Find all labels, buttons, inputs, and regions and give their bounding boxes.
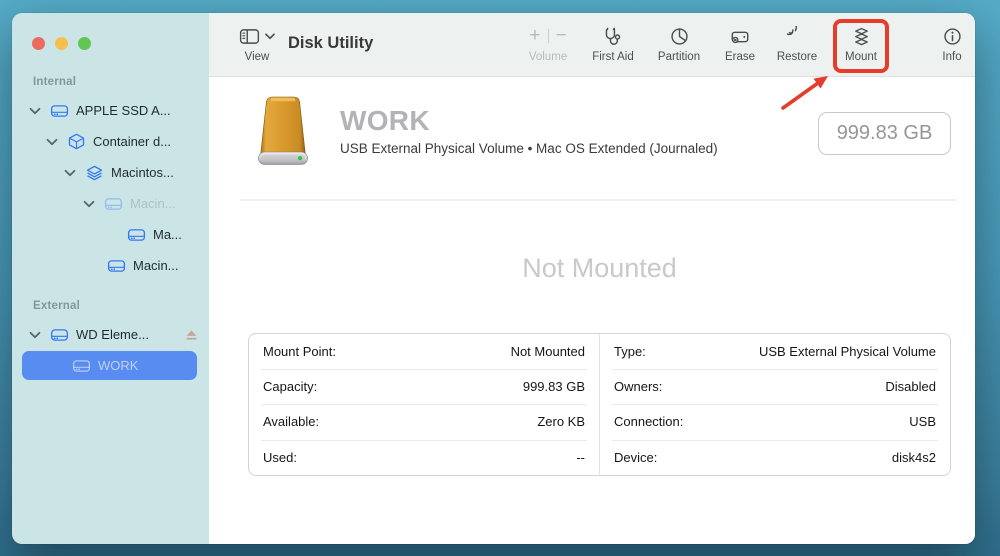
sidebar-section-internal: Internal — [33, 76, 77, 88]
row-label: Type: — [614, 344, 646, 360]
table-row: Capacity: 999.83 GB — [249, 369, 599, 404]
sidebar-panel-icon — [239, 28, 260, 45]
disk-icon — [104, 196, 123, 212]
titlebar: View Disk Utility + − Volume First Aid P… — [209, 13, 975, 77]
details-table: Mount Point: Not Mounted Capacity: 999.83 … — [248, 333, 951, 476]
chevron-down-icon[interactable] — [28, 107, 42, 115]
chevron-down-icon[interactable] — [82, 200, 96, 208]
sidebar-item-label: Macin... — [130, 196, 176, 211]
sidebar-item-wd-elements[interactable]: WD Eleme... — [12, 319, 209, 350]
sidebar-item-label: Macintos... — [111, 165, 174, 180]
sidebar-item-work[interactable]: WORK — [12, 350, 209, 381]
sidebar-item-label: Macin... — [133, 258, 179, 273]
chevron-down-icon — [265, 32, 275, 40]
divider — [547, 29, 549, 43]
sidebar-item-macintosh-dimmed[interactable]: Macin... — [12, 188, 209, 219]
table-row: Device: disk4s2 — [600, 439, 950, 475]
row-value: 999.83 GB — [522, 379, 585, 395]
traffic-lights — [32, 37, 91, 50]
chevron-down-icon[interactable] — [28, 331, 42, 339]
sidebar-item-ma-snapshot[interactable]: Ma... — [12, 219, 209, 250]
table-row: Available: Zero KB — [249, 404, 599, 439]
toolbar-button-label: First Aid — [592, 51, 634, 63]
external-drive-gold-icon — [252, 95, 314, 169]
capacity-badge: 999.83 GB — [818, 112, 951, 155]
chevron-down-icon[interactable] — [45, 138, 59, 146]
row-label: Device: — [614, 449, 658, 465]
disk-icon — [72, 358, 91, 374]
row-value: USB External Physical Volume — [758, 344, 936, 360]
close-button[interactable] — [32, 37, 45, 50]
erase-drive-icon — [729, 26, 751, 47]
main-content: WORK USB External Physical Volume • Mac … — [209, 77, 975, 544]
disk-icon — [127, 227, 146, 243]
sidebar-item-macintosh-data[interactable]: Macin... — [12, 250, 209, 281]
row-value: Not Mounted — [510, 344, 585, 360]
stethoscope-icon — [603, 26, 624, 47]
selected-row-highlight: WORK — [22, 351, 197, 380]
row-label: Mount Point: — [263, 344, 336, 360]
mount-status-text: Not Mounted — [522, 253, 677, 283]
pie-chart-icon — [669, 26, 690, 47]
mount-stack-icon — [851, 26, 872, 47]
volume-subtitle: USB External Physical Volume • Mac OS Ex… — [340, 141, 718, 156]
row-value: Zero KB — [537, 414, 585, 430]
disk-utility-window: Internal APPLE SSD A... Container d... M… — [12, 13, 975, 544]
sidebar-section-external: External — [33, 300, 80, 312]
first-aid-button[interactable]: First Aid — [575, 24, 651, 63]
volume-title: WORK — [340, 105, 430, 136]
row-label: Used: — [263, 449, 297, 465]
plus-minus-icon: + − — [529, 25, 566, 47]
table-row: Type: USB External Physical Volume — [600, 334, 950, 369]
chevron-down-icon[interactable] — [63, 169, 77, 177]
details-column-right: Type: USB External Physical Volume Owners… — [599, 334, 950, 475]
row-value: USB — [909, 414, 936, 430]
toolbar-button-label: Info — [942, 51, 962, 63]
row-label: Connection: — [614, 414, 684, 430]
disk-icon — [107, 258, 126, 274]
table-row: Mount Point: Not Mounted — [249, 334, 599, 369]
sidebar: Internal APPLE SSD A... Container d... M… — [12, 13, 209, 544]
minimize-button[interactable] — [55, 37, 68, 50]
add-volume-glyph: + — [529, 25, 541, 46]
details-column-left: Mount Point: Not Mounted Capacity: 999.83 … — [249, 334, 599, 475]
internal-disk-icon — [50, 103, 69, 119]
row-value: disk4s2 — [891, 449, 936, 465]
view-button[interactable]: View — [229, 24, 285, 63]
row-value: Disabled — [885, 379, 936, 395]
sidebar-item-label: Ma... — [153, 227, 182, 242]
row-label: Owners: — [614, 379, 663, 395]
eject-icon[interactable] — [185, 329, 198, 341]
info-circle-icon — [942, 26, 963, 47]
row-value: -- — [576, 449, 585, 465]
sidebar-item-label: WORK — [98, 358, 139, 373]
window-title: Disk Utility — [288, 34, 374, 52]
sidebar-item-label: APPLE SSD A... — [76, 103, 171, 118]
mount-button[interactable]: Mount — [823, 24, 899, 63]
remove-volume-glyph: − — [555, 25, 567, 46]
external-disk-icon — [50, 327, 69, 343]
table-row: Connection: USB — [600, 404, 950, 439]
table-row: Owners: Disabled — [600, 369, 950, 404]
toolbar-button-label: Mount — [845, 51, 877, 63]
restore-arrow-icon — [786, 25, 808, 47]
divider — [240, 199, 957, 201]
apfs-volume-icon — [85, 165, 104, 181]
sidebar-item-label: Container d... — [93, 134, 172, 149]
sidebar-item-container[interactable]: Container d... — [12, 126, 209, 157]
sidebar-item-macintosh-volume[interactable]: Macintos... — [12, 157, 209, 188]
sidebar-item-label: WD Eleme... — [76, 327, 149, 342]
container-icon — [67, 133, 86, 150]
zoom-button[interactable] — [78, 37, 91, 50]
row-label: Available: — [263, 414, 320, 430]
info-button[interactable]: Info — [914, 24, 975, 63]
sidebar-item-apple-ssd[interactable]: APPLE SSD A... — [12, 95, 209, 126]
row-label: Capacity: — [263, 379, 318, 395]
table-row: Used: -- — [249, 439, 599, 475]
view-button-label: View — [244, 51, 270, 63]
